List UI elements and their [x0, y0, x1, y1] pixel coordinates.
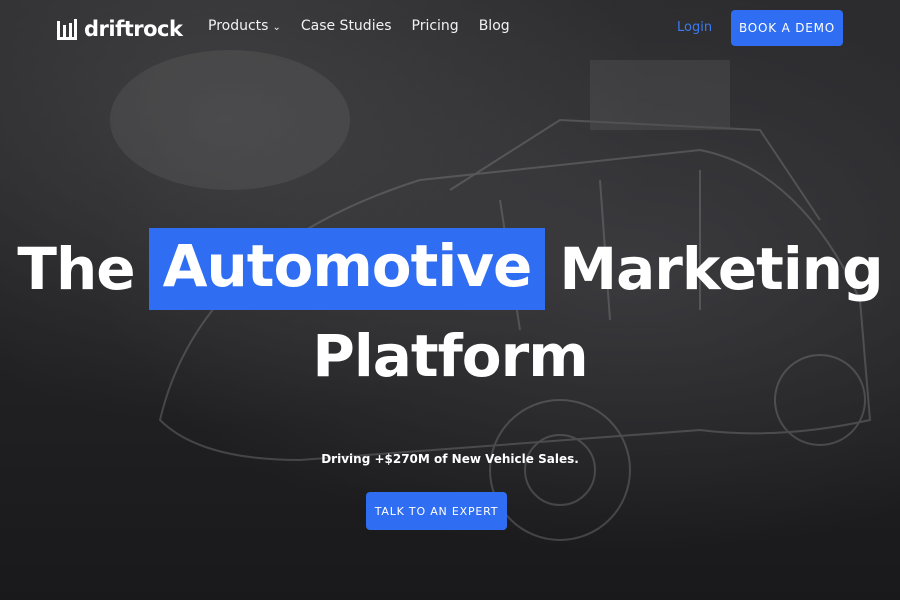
headline-line-1: The Automotive Marketing [0, 218, 900, 320]
nav-item-blog[interactable]: Blog [479, 18, 510, 34]
headline-prefix: The [17, 235, 135, 303]
nav-item-case-studies[interactable]: Case Studies [301, 18, 392, 34]
headline-line-2: Platform [312, 322, 588, 390]
chevron-down-icon: ⌄ [272, 21, 281, 33]
brand-name: driftrock [84, 17, 183, 41]
hero-subheadline: Driving +$270M of New Vehicle Sales. [321, 452, 579, 466]
bar-chart-logo-icon [57, 19, 77, 40]
book-demo-button[interactable]: BOOK A DEMO [731, 10, 843, 46]
nav-item-products-label: Products [208, 18, 269, 34]
brand-logo[interactable]: driftrock [56, 14, 183, 44]
nav-item-pricing[interactable]: Pricing [412, 18, 459, 34]
main-menu: Products ⌄ Case Studies Pricing Blog [208, 18, 510, 34]
top-navigation: driftrock Products ⌄ Case Studies Pricin… [0, 0, 900, 58]
headline-suffix: Marketing [559, 235, 883, 303]
headline-highlight: Automotive [148, 228, 546, 310]
nav-item-products[interactable]: Products ⌄ [208, 18, 281, 34]
talk-to-expert-button[interactable]: TALK TO AN EXPERT [366, 492, 507, 530]
login-link[interactable]: Login [677, 20, 712, 35]
